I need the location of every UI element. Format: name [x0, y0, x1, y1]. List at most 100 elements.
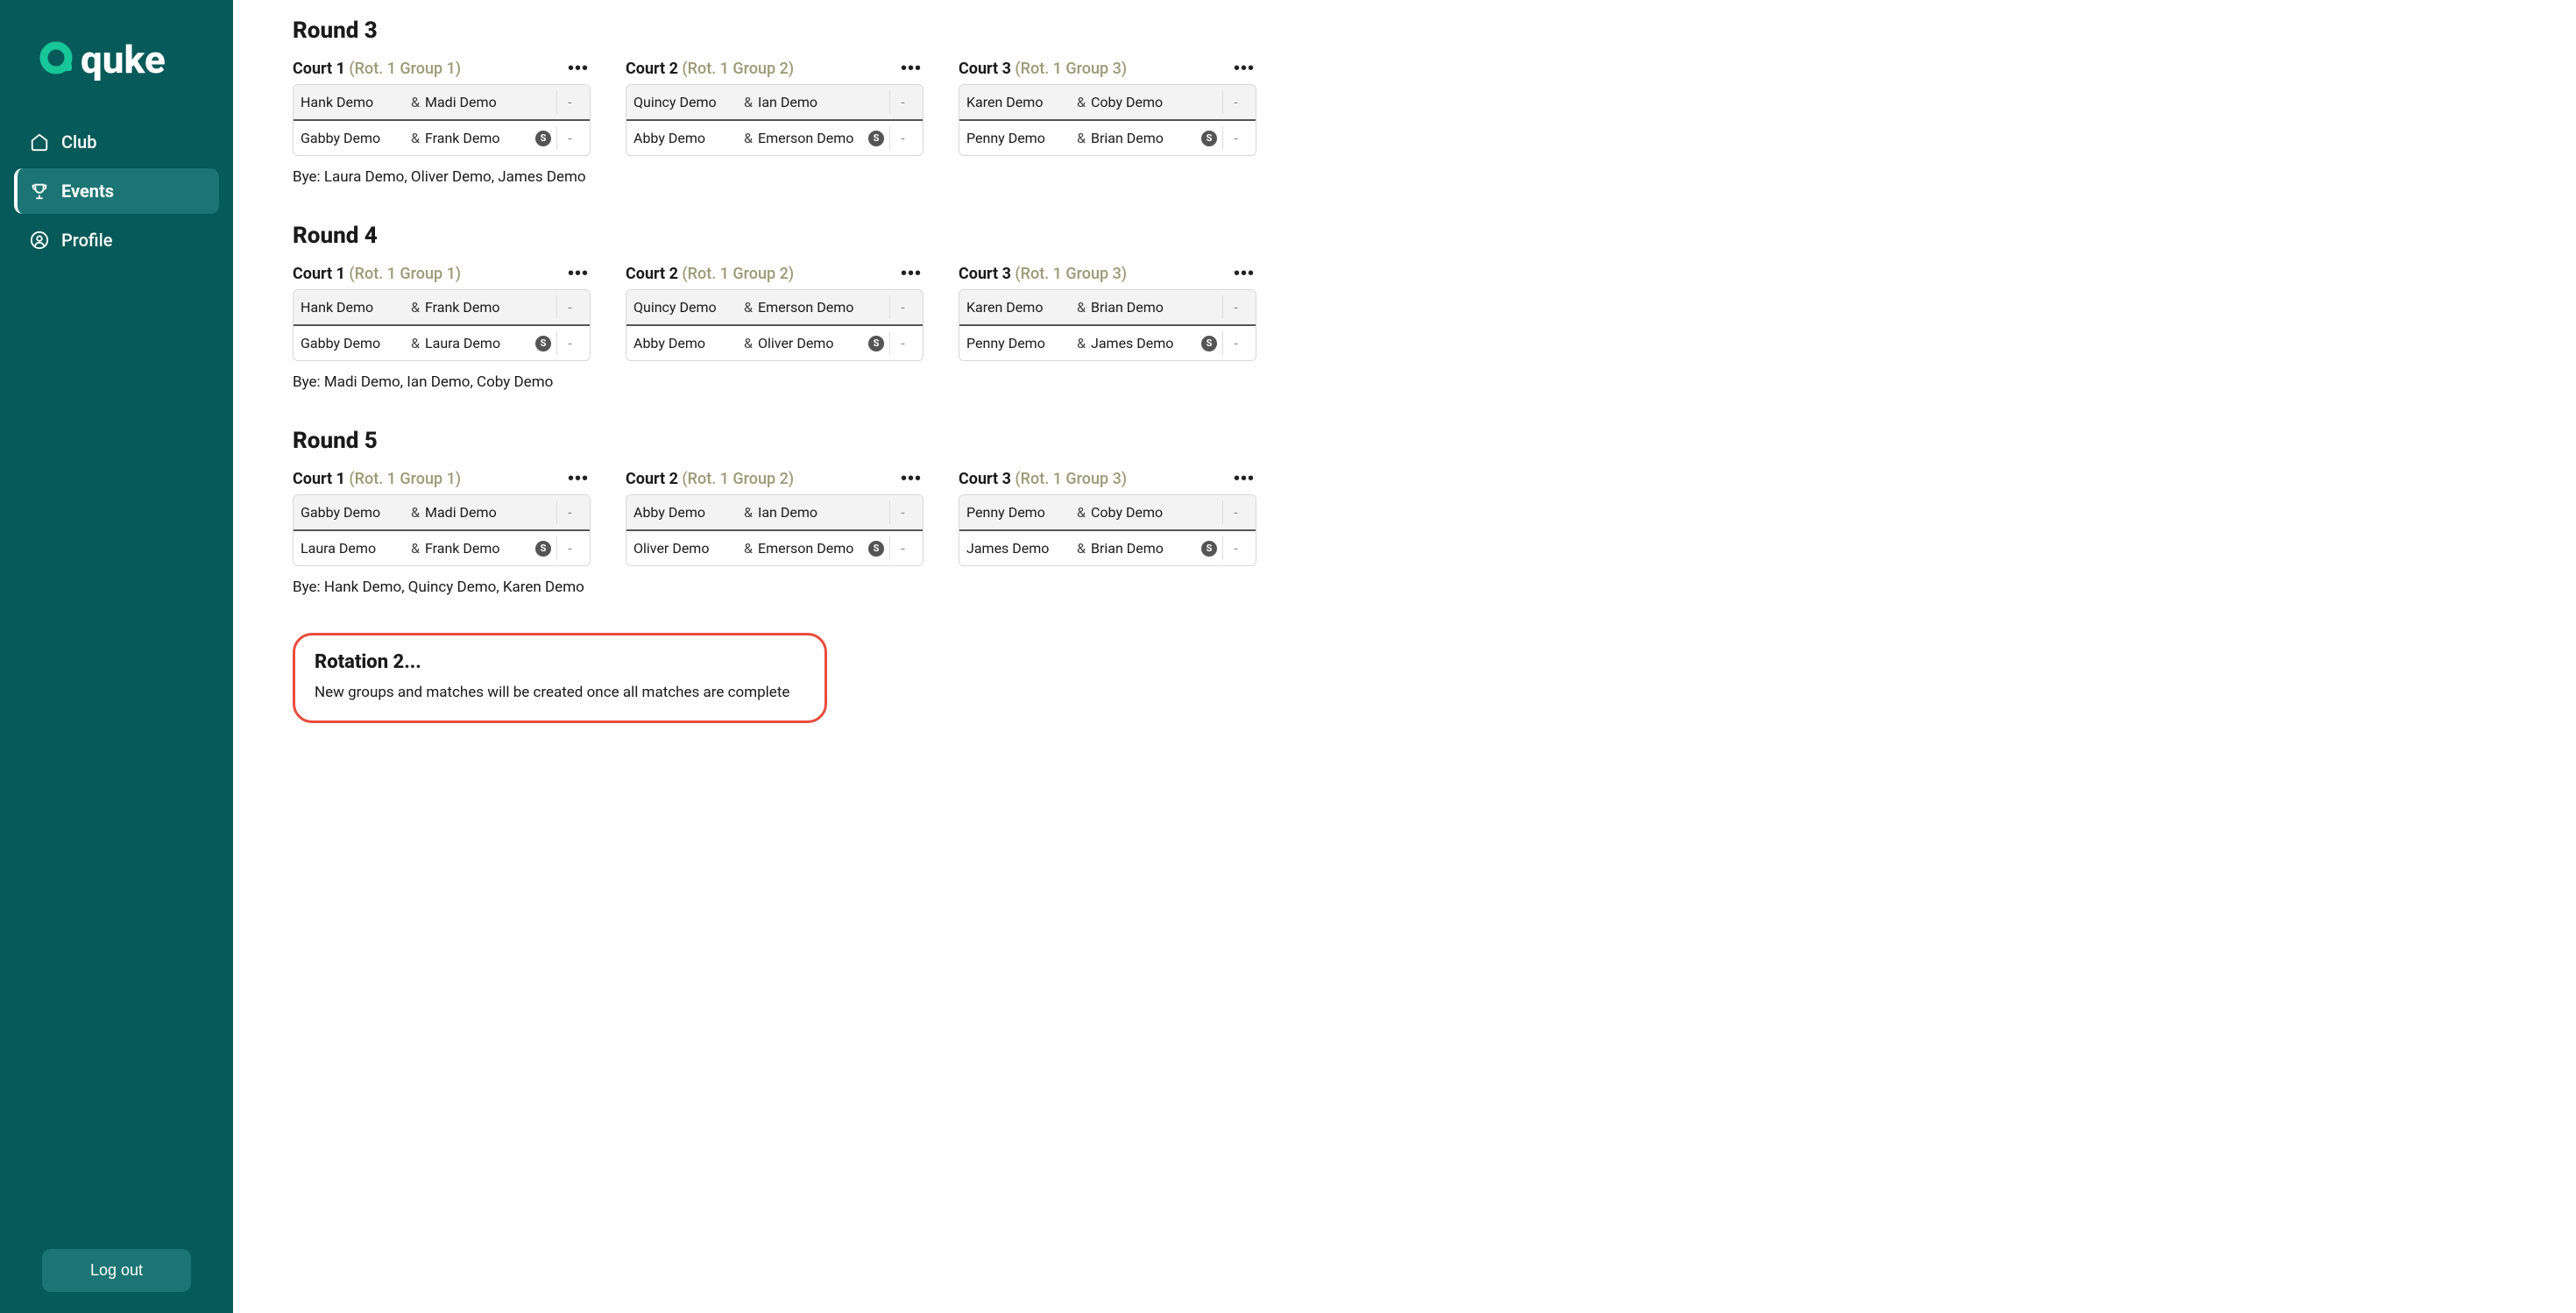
score-cell: - — [556, 126, 583, 150]
match-row[interactable]: Hank Demo & Madi Demo - — [294, 85, 590, 119]
match-table: Gabby Demo & Madi Demo - Laura Demo & Fr… — [293, 494, 591, 566]
round-title: Round 5 — [293, 428, 2541, 454]
player-one: Laura Demo — [301, 540, 406, 557]
court-more-button[interactable]: ••• — [566, 466, 591, 491]
player-one: Karen Demo — [966, 299, 1072, 316]
serve-badge-icon: S — [1201, 541, 1217, 557]
match-row[interactable]: Quincy Demo & Ian Demo - — [626, 85, 923, 119]
serve-badge-icon: S — [535, 336, 551, 351]
match-row[interactable]: Laura Demo & Frank Demo S - — [294, 529, 590, 565]
court-card: Court 3 (Rot. 1 Group 3) ••• Karen Demo … — [959, 261, 1256, 361]
sidebar: quke Club Events Profile Log out — [0, 0, 233, 1313]
court-more-button[interactable]: ••• — [899, 261, 924, 286]
court-header: Court 3 (Rot. 1 Group 3) ••• — [959, 466, 1256, 491]
player-one: James Demo — [966, 540, 1072, 557]
user-circle-icon — [30, 231, 49, 250]
ampersand: & — [739, 299, 758, 316]
ampersand: & — [739, 335, 758, 351]
court-card: Court 2 (Rot. 1 Group 2) ••• Quincy Demo… — [626, 261, 924, 361]
court-more-button[interactable]: ••• — [899, 466, 924, 491]
match-row[interactable]: Penny Demo & James Demo S - — [959, 324, 1256, 360]
more-horizontal-icon: ••• — [568, 469, 589, 488]
court-more-button[interactable]: ••• — [566, 261, 591, 286]
court-more-button[interactable]: ••• — [1232, 56, 1256, 81]
court-title: Court 2 (Rot. 1 Group 2) — [626, 60, 794, 78]
player-two: James Demo — [1091, 335, 1196, 351]
serve-badge-cell: S — [1196, 541, 1222, 557]
more-horizontal-icon: ••• — [1234, 469, 1255, 488]
more-horizontal-icon: ••• — [1234, 264, 1255, 283]
court-group: (Rot. 1 Group 2) — [682, 60, 794, 78]
ampersand: & — [1072, 335, 1091, 351]
courts-row: Court 1 (Rot. 1 Group 1) ••• Hank Demo &… — [293, 56, 2541, 156]
player-two: Madi Demo — [425, 94, 530, 110]
score-cell: - — [1222, 295, 1249, 319]
round-title: Round 3 — [293, 18, 2541, 44]
court-card: Court 3 (Rot. 1 Group 3) ••• Penny Demo … — [959, 466, 1256, 566]
match-row[interactable]: Hank Demo & Frank Demo - — [294, 290, 590, 324]
court-more-button[interactable]: ••• — [566, 56, 591, 81]
sidebar-item-club[interactable]: Club — [14, 119, 219, 165]
court-group: (Rot. 1 Group 1) — [349, 60, 461, 78]
score-cell: - — [556, 331, 583, 355]
court-more-button[interactable]: ••• — [899, 56, 924, 81]
score-cell: - — [889, 126, 916, 150]
match-row[interactable]: Oliver Demo & Emerson Demo S - — [626, 529, 923, 565]
round-block: Round 3 Court 1 (Rot. 1 Group 1) ••• Han… — [293, 18, 2541, 186]
match-row[interactable]: Quincy Demo & Emerson Demo - — [626, 290, 923, 324]
court-name: Court 1 — [293, 470, 345, 488]
court-group: (Rot. 1 Group 1) — [349, 265, 461, 283]
match-row[interactable]: Gabby Demo & Laura Demo S - — [294, 324, 590, 360]
sidebar-footer: Log out — [14, 1249, 219, 1292]
court-title: Court 2 (Rot. 1 Group 2) — [626, 265, 794, 283]
court-header: Court 1 (Rot. 1 Group 1) ••• — [293, 261, 591, 286]
serve-badge-icon: S — [535, 131, 551, 146]
ampersand: & — [1072, 540, 1091, 557]
match-row[interactable]: Karen Demo & Brian Demo - — [959, 290, 1256, 324]
court-title: Court 2 (Rot. 1 Group 2) — [626, 470, 794, 488]
match-row[interactable]: Karen Demo & Coby Demo - — [959, 85, 1256, 119]
ampersand: & — [739, 94, 758, 110]
court-card: Court 3 (Rot. 1 Group 3) ••• Karen Demo … — [959, 56, 1256, 156]
serve-badge-cell: S — [1196, 336, 1222, 351]
logout-button[interactable]: Log out — [42, 1249, 191, 1292]
serve-badge-icon: S — [868, 336, 884, 351]
court-header: Court 2 (Rot. 1 Group 2) ••• — [626, 466, 924, 491]
sidebar-item-events[interactable]: Events — [14, 168, 219, 214]
score-cell: - — [889, 90, 916, 114]
match-row[interactable]: Penny Demo & Coby Demo - — [959, 495, 1256, 529]
court-header: Court 3 (Rot. 1 Group 3) ••• — [959, 56, 1256, 81]
court-header: Court 1 (Rot. 1 Group 1) ••• — [293, 56, 591, 81]
match-row[interactable]: Abby Demo & Emerson Demo S - — [626, 119, 923, 155]
court-card: Court 1 (Rot. 1 Group 1) ••• Gabby Demo … — [293, 466, 591, 566]
round-block: Round 4 Court 1 (Rot. 1 Group 1) ••• Han… — [293, 223, 2541, 391]
court-group: (Rot. 1 Group 2) — [682, 265, 794, 283]
court-more-button[interactable]: ••• — [1232, 261, 1256, 286]
match-row[interactable]: James Demo & Brian Demo S - — [959, 529, 1256, 565]
ampersand: & — [739, 504, 758, 521]
score-cell: - — [889, 500, 916, 524]
match-row[interactable]: Penny Demo & Brian Demo S - — [959, 119, 1256, 155]
player-two: Brian Demo — [1091, 130, 1196, 146]
court-name: Court 3 — [959, 60, 1011, 78]
match-row[interactable]: Abby Demo & Oliver Demo S - — [626, 324, 923, 360]
court-more-button[interactable]: ••• — [1232, 466, 1256, 491]
score-cell: - — [556, 90, 583, 114]
match-row[interactable]: Gabby Demo & Frank Demo S - — [294, 119, 590, 155]
rotation-title: Rotation 2... — [315, 651, 805, 673]
courts-row: Court 1 (Rot. 1 Group 1) ••• Hank Demo &… — [293, 261, 2541, 361]
score-cell: - — [556, 536, 583, 560]
player-one: Penny Demo — [966, 130, 1072, 146]
match-row[interactable]: Abby Demo & Ian Demo - — [626, 495, 923, 529]
ampersand: & — [1072, 130, 1091, 146]
court-name: Court 3 — [959, 265, 1011, 283]
match-table: Abby Demo & Ian Demo - Oliver Demo & Eme… — [626, 494, 924, 566]
sidebar-item-profile[interactable]: Profile — [14, 217, 219, 263]
player-one: Abby Demo — [633, 130, 739, 146]
score-cell: - — [556, 500, 583, 524]
match-row[interactable]: Gabby Demo & Madi Demo - — [294, 495, 590, 529]
ampersand: & — [406, 540, 425, 557]
player-two: Madi Demo — [425, 504, 530, 521]
ampersand: & — [1072, 94, 1091, 110]
round-block: Round 5 Court 1 (Rot. 1 Group 1) ••• Gab… — [293, 428, 2541, 596]
